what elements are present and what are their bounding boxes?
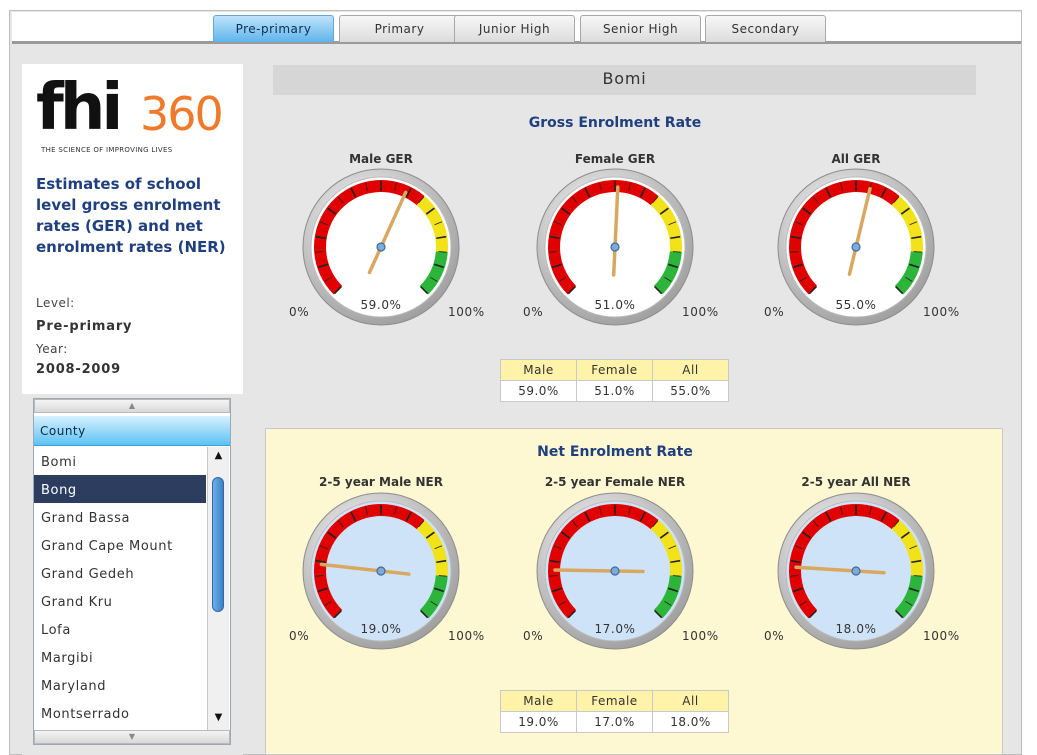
gauge-hub bbox=[610, 566, 620, 576]
gauge-hub bbox=[851, 242, 861, 252]
county-column-header[interactable]: County bbox=[34, 416, 230, 446]
logo-tagline: THE SCIENCE OF IMPROVING LIVES bbox=[41, 146, 173, 154]
tab-secondary[interactable]: Secondary bbox=[705, 15, 826, 42]
ger-header-female: Female bbox=[576, 359, 653, 381]
gauge-value-text: 17.0% bbox=[594, 622, 635, 636]
ner-gauge-max-label: 100% bbox=[923, 629, 960, 643]
ner-header-male: Male bbox=[500, 690, 577, 712]
year-value: 2008-2009 bbox=[36, 362, 121, 377]
gauge-value-text: 59.0% bbox=[360, 298, 401, 312]
county-list-item[interactable]: Maryland bbox=[34, 671, 206, 699]
county-list[interactable]: ▲ County Bomi Bong Grand Bassa Grand Cape M… bbox=[33, 398, 231, 745]
county-list-item[interactable]: Bong bbox=[34, 475, 206, 503]
ner-header-all: All bbox=[652, 690, 729, 712]
ner-gauge-max-label: 100% bbox=[682, 629, 719, 643]
ger-gauge: 59.0% bbox=[302, 168, 460, 326]
ger-gauge-min-label: 0% bbox=[289, 305, 310, 319]
ger-gauge-max-label: 100% bbox=[923, 305, 960, 319]
tab-senior-high[interactable]: Senior High bbox=[580, 15, 701, 42]
scroll-thumb[interactable] bbox=[212, 477, 224, 612]
ger-gauge-max-label: 100% bbox=[682, 305, 719, 319]
ner-gauge-max-label: 100% bbox=[448, 629, 485, 643]
ner-value-all: 18.0% bbox=[652, 711, 729, 733]
county-list-item[interactable]: Grand Gedeh bbox=[34, 559, 206, 587]
level-tabbar: Pre-primary Primary Junior High Senior H… bbox=[12, 12, 1021, 44]
ner-summary-table: Male Female All 19.0% 17.0% 18.0% bbox=[500, 690, 729, 733]
ner-header-female: Female bbox=[576, 690, 653, 712]
ger-gauge-min-label: 0% bbox=[764, 305, 785, 319]
ger-gauge: 55.0% bbox=[777, 168, 935, 326]
county-scrollbar[interactable]: ▲ ▼ bbox=[207, 447, 229, 730]
tab-primary[interactable]: Primary bbox=[339, 15, 460, 42]
ner-value-female: 17.0% bbox=[576, 711, 653, 733]
page-description: Estimates of school level gross enrolmen… bbox=[36, 175, 226, 256]
year-label: Year: bbox=[36, 342, 68, 356]
ger-summary-table: Male Female All 59.0% 51.0% 55.0% bbox=[500, 359, 729, 402]
gauge-hub bbox=[376, 566, 386, 576]
list-scroll-up-cap[interactable]: ▲ bbox=[34, 399, 230, 413]
scroll-up-arrow-icon[interactable]: ▲ bbox=[210, 449, 227, 463]
county-list-item[interactable]: Bomi bbox=[34, 447, 206, 475]
ger-gauge-max-label: 100% bbox=[448, 305, 485, 319]
level-value: Pre-primary bbox=[36, 319, 133, 334]
county-list-item[interactable]: Margibi bbox=[34, 643, 206, 671]
ner-gauge-min-label: 0% bbox=[764, 629, 785, 643]
ger-gauge-min-label: 0% bbox=[523, 305, 544, 319]
gauge-value-text: 55.0% bbox=[835, 298, 876, 312]
ner-value-male: 19.0% bbox=[500, 711, 577, 733]
gauge-value-text: 51.0% bbox=[594, 298, 635, 312]
ger-value-female: 51.0% bbox=[576, 380, 653, 402]
scroll-down-arrow-icon[interactable]: ▼ bbox=[210, 711, 227, 725]
county-list-item[interactable]: Grand Kru bbox=[34, 587, 206, 615]
list-scroll-down-cap[interactable]: ▼ bbox=[34, 730, 230, 744]
ger-header-all: All bbox=[652, 359, 729, 381]
county-list-item[interactable]: Montserrado bbox=[34, 699, 206, 727]
ner-gauge-min-label: 0% bbox=[289, 629, 310, 643]
county-list-item[interactable]: Grand Cape Mount bbox=[34, 531, 206, 559]
gauge-hub bbox=[610, 242, 620, 252]
county-title: Bomi bbox=[273, 65, 976, 95]
tab-junior-high[interactable]: Junior High bbox=[454, 15, 575, 42]
info-panel: fhi 360 THE SCIENCE OF IMPROVING LIVES E… bbox=[22, 64, 243, 394]
ger-gauge: 51.0% bbox=[536, 168, 694, 326]
ner-gauge: 18.0% bbox=[777, 492, 935, 650]
county-list-item[interactable]: Grand Bassa bbox=[34, 503, 206, 531]
gauge-hub bbox=[376, 242, 386, 252]
gauge-hub bbox=[851, 566, 861, 576]
ner-gauge: 19.0% bbox=[302, 492, 460, 650]
ner-gauge-min-label: 0% bbox=[523, 629, 544, 643]
level-label: Level: bbox=[36, 296, 75, 310]
gauge-needle bbox=[553, 568, 645, 574]
gauge-value-text: 18.0% bbox=[835, 622, 876, 636]
ner-gauge: 17.0% bbox=[536, 492, 694, 650]
ger-value-all: 55.0% bbox=[652, 380, 729, 402]
logo-number: 360 bbox=[140, 87, 224, 141]
county-list-item[interactable]: Lofa bbox=[34, 615, 206, 643]
ner-section-title: Net Enrolment Rate bbox=[537, 444, 693, 460]
tab-pre-primary[interactable]: Pre-primary bbox=[213, 15, 334, 42]
gauge-value-text: 19.0% bbox=[360, 622, 401, 636]
logo-brand: fhi bbox=[36, 71, 123, 145]
ger-header-male: Male bbox=[500, 359, 577, 381]
ger-section-title: Gross Enrolment Rate bbox=[528, 115, 702, 131]
ger-value-male: 59.0% bbox=[500, 380, 577, 402]
fhi360-logo: fhi 360 THE SCIENCE OF IMPROVING LIVES bbox=[36, 71, 224, 156]
